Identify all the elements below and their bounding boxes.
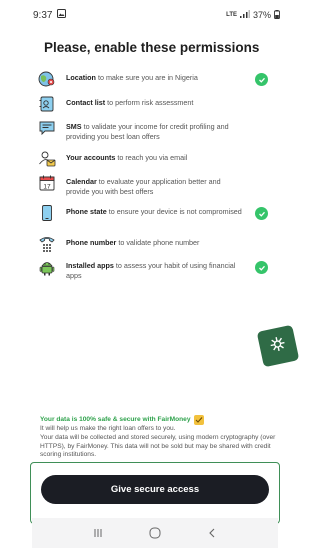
permission-desc: to make sure you are in Nigeria [95,73,198,82]
permission-desc: to validate your income for credit profi… [66,122,229,141]
gallery-notification-icon [57,9,67,21]
permission-phone-number[interactable]: Phone number to validate phone number [38,235,270,258]
permission-name: SMS [66,122,82,131]
svg-text:17: 17 [43,183,51,190]
permission-text: Phone number to validate phone number [66,235,199,248]
permission-text: SMS to validate your income for credit p… [66,119,246,142]
status-time: 9:37 [33,9,53,21]
permission-desc: to ensure your device is not compromised [106,207,242,216]
permission-accounts[interactable]: Your accounts to reach you via email [38,150,270,174]
permission-text: Installed apps to assess your habit of u… [66,258,246,281]
status-left: 9:37 [33,9,67,21]
permission-phone-state[interactable]: Phone state to ensure your device is not… [38,204,270,235]
permission-desc: to validate phone number [116,238,200,247]
recent-apps-icon[interactable] [86,523,110,543]
battery-icon [274,9,280,21]
signal-icon [239,10,250,20]
permission-text: Your accounts to reach you via email [66,150,187,163]
permission-contact-list[interactable]: Contact list to perform risk assessment [38,95,270,119]
android-apps-icon [38,258,56,276]
sms-chat-icon [38,119,56,137]
calendar-icon: 17 [38,174,56,192]
permission-calendar[interactable]: 17 Calendar to evaluate your application… [38,174,270,204]
data-safety-title: Your data is 100% safe & secure with Fai… [40,415,278,425]
battery-level: 37% [252,10,271,20]
network-type: LTE [226,12,237,18]
permission-name: Calendar [66,177,97,186]
status-right: LTE 37% [226,9,280,21]
data-safety-line-2: Your data will be collected and stored s… [40,433,276,459]
granted-check-icon [255,73,268,86]
account-mail-icon [38,150,56,168]
back-icon[interactable] [200,523,224,543]
permission-desc: to reach you via email [115,153,188,162]
shield-badge-icon [193,415,204,425]
permission-text: Contact list to perform risk assessment [66,95,193,108]
permission-sms[interactable]: SMS to validate your income for credit p… [38,119,270,150]
contact-book-icon [38,95,56,113]
data-safety-section: Your data is 100% safe & secure with Fai… [40,415,278,460]
home-icon[interactable] [143,523,167,543]
granted-check-icon [255,261,268,274]
permission-name: Installed apps [66,261,114,270]
permission-text: Phone state to ensure your device is not… [66,204,242,217]
data-safety-line-1: It will help us make the right loan offe… [40,425,176,432]
globe-pin-icon [38,70,56,88]
dialpad-phone-icon [38,235,56,253]
granted-check-icon [255,207,268,220]
phone-device-icon [38,204,56,222]
status-bar: 9:37 LTE 37% [0,0,310,30]
permission-name: Your accounts [66,153,116,162]
permission-installed-apps[interactable]: Installed apps to assess your habit of u… [38,258,270,284]
permission-text: Location to make sure you are in Nigeria [66,70,198,83]
give-secure-access-button[interactable]: Give secure access [41,475,269,504]
permission-name: Location [66,73,96,82]
permissions-list: Location to make sure you are in Nigeria… [38,70,270,284]
permission-desc: to perform risk assessment [105,98,194,107]
system-nav-bar [32,518,278,548]
permission-name: Phone number [66,238,117,247]
permission-name: Contact list [66,98,106,107]
floating-assistant-bubble[interactable] [256,324,300,368]
permission-location[interactable]: Location to make sure you are in Nigeria [38,70,270,95]
data-safety-title-text: Your data is 100% safe & secure with Fai… [40,415,191,423]
page-title: Please, enable these permissions [44,40,260,55]
permission-name: Phone state [66,207,107,216]
permission-text: Calendar to evaluate your application be… [66,174,246,197]
sparkle-icon [264,331,291,362]
